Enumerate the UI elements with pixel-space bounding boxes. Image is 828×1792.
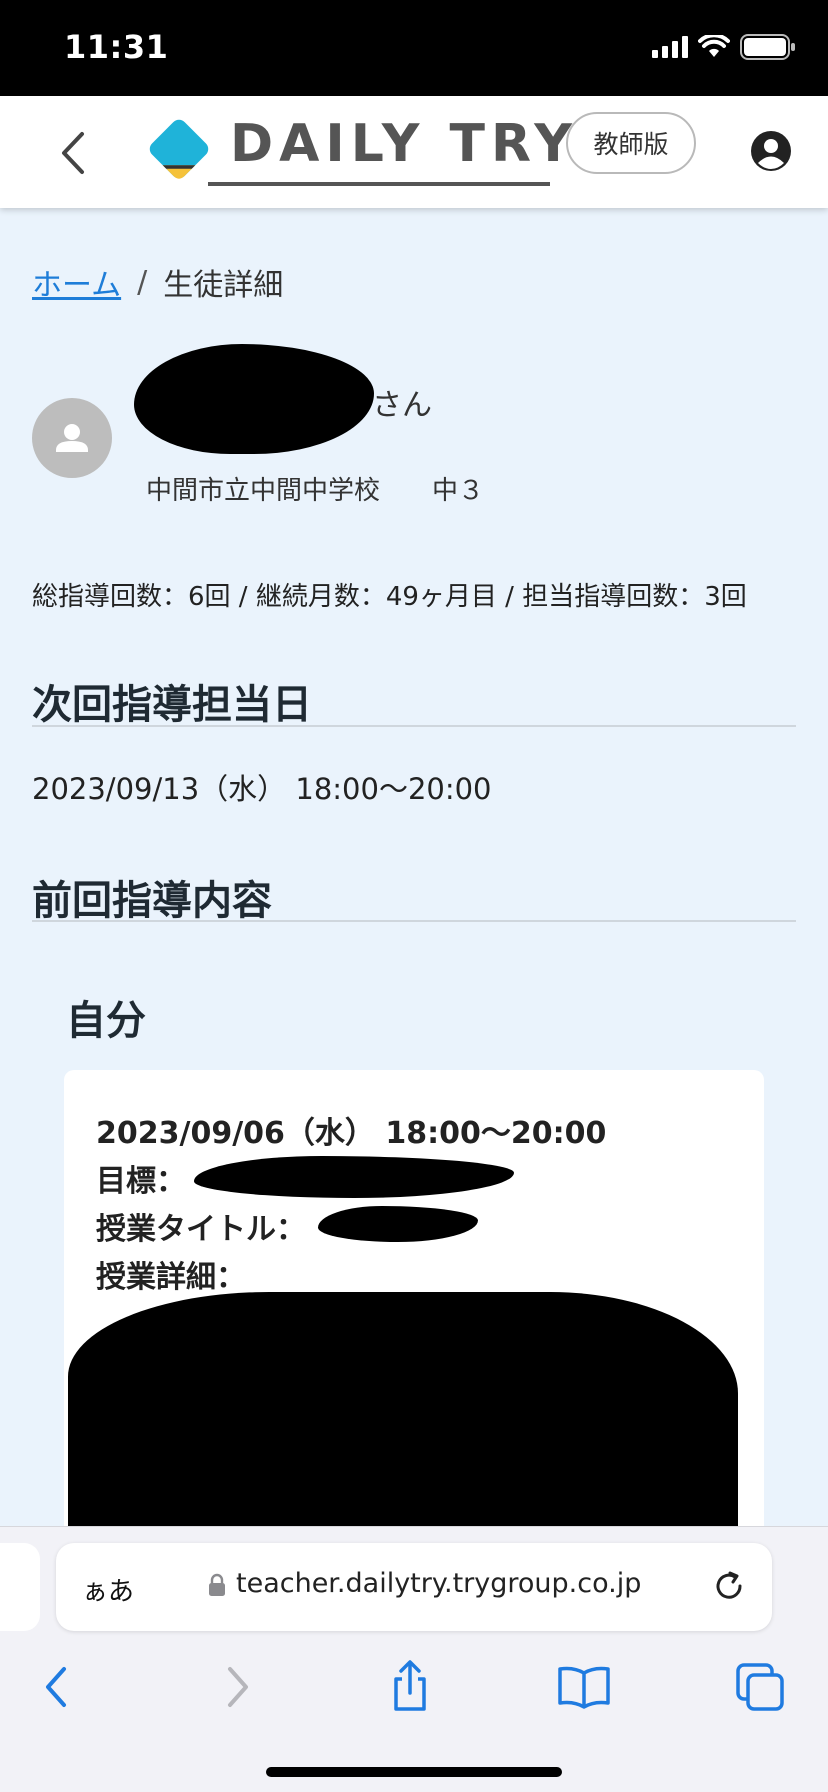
next-lesson-datetime: 2023/09/13（水） 18:00〜20:00 bbox=[32, 772, 492, 806]
student-stats: 総指導回数：6回 / 継続月数：49ヶ月目 / 担当指導回数：3回 bbox=[32, 582, 747, 612]
redacted-student-name bbox=[134, 344, 374, 454]
forward-arrow-icon[interactable] bbox=[206, 1657, 266, 1717]
url-text: teacher.dailytry.trygroup.co.jp bbox=[236, 1568, 642, 1599]
person-icon bbox=[56, 424, 88, 452]
logo-underline bbox=[208, 182, 550, 186]
daily-try-logo[interactable]: DAILY TRY bbox=[144, 112, 572, 190]
browser-toolbar: ぁあ teacher.dailytry.trygroup.co.jp bbox=[0, 1526, 828, 1792]
account-icon[interactable] bbox=[750, 130, 792, 172]
reload-icon[interactable] bbox=[710, 1567, 748, 1605]
app-header: DAILY TRY 教師版 bbox=[0, 96, 828, 208]
redacted-lesson-title bbox=[318, 1206, 478, 1242]
home-indicator bbox=[266, 1767, 562, 1777]
breadcrumb-home-link[interactable]: ホーム bbox=[32, 260, 121, 304]
share-icon[interactable] bbox=[380, 1657, 440, 1717]
battery-icon bbox=[740, 34, 795, 60]
text-size-button[interactable]: ぁあ bbox=[82, 1571, 134, 1608]
previous-lesson-heading: 前回指導内容 bbox=[32, 878, 272, 924]
cellular-signal-icon bbox=[652, 36, 688, 58]
lesson-detail-label: 授業詳細： bbox=[96, 1260, 246, 1295]
back-chevron-icon[interactable] bbox=[54, 130, 94, 176]
back-arrow-icon[interactable] bbox=[28, 1657, 88, 1717]
student-name-suffix: さん bbox=[372, 388, 432, 423]
previous-tab-peek[interactable] bbox=[0, 1543, 40, 1631]
lesson-datetime: 2023/09/06（水） 18:00〜20:00 bbox=[96, 1116, 607, 1151]
lesson-title-label: 授業タイトル： bbox=[96, 1212, 306, 1247]
next-lesson-heading: 次回指導担当日 bbox=[32, 682, 312, 728]
student-school: 中間市立中間中学校 中３ bbox=[146, 476, 485, 506]
bookmarks-icon[interactable] bbox=[554, 1657, 614, 1717]
status-time: 11:31 bbox=[64, 28, 169, 66]
goal-label: 目標： bbox=[96, 1164, 186, 1199]
address-bar[interactable]: ぁあ teacher.dailytry.trygroup.co.jp bbox=[56, 1543, 772, 1631]
status-bar: 11:31 bbox=[0, 0, 828, 96]
breadcrumb-separator: / bbox=[137, 264, 148, 300]
teacher-edition-badge[interactable]: 教師版 bbox=[566, 112, 696, 174]
logo-mark-icon bbox=[149, 119, 209, 179]
logo-text: DAILY TRY bbox=[230, 114, 578, 174]
avatar bbox=[32, 398, 112, 478]
self-subheading: 自分 bbox=[66, 998, 146, 1044]
tabs-icon[interactable] bbox=[730, 1657, 790, 1717]
redacted-goal bbox=[194, 1156, 514, 1198]
breadcrumb-current: 生徒詳細 bbox=[163, 268, 284, 303]
section-divider bbox=[32, 920, 796, 922]
breadcrumb: ホーム / 生徒詳細 bbox=[32, 260, 283, 304]
status-icons bbox=[652, 34, 796, 60]
section-divider bbox=[32, 725, 796, 727]
wifi-icon bbox=[698, 35, 730, 57]
browser-nav-row bbox=[0, 1657, 828, 1727]
lock-icon bbox=[209, 1573, 225, 1596]
